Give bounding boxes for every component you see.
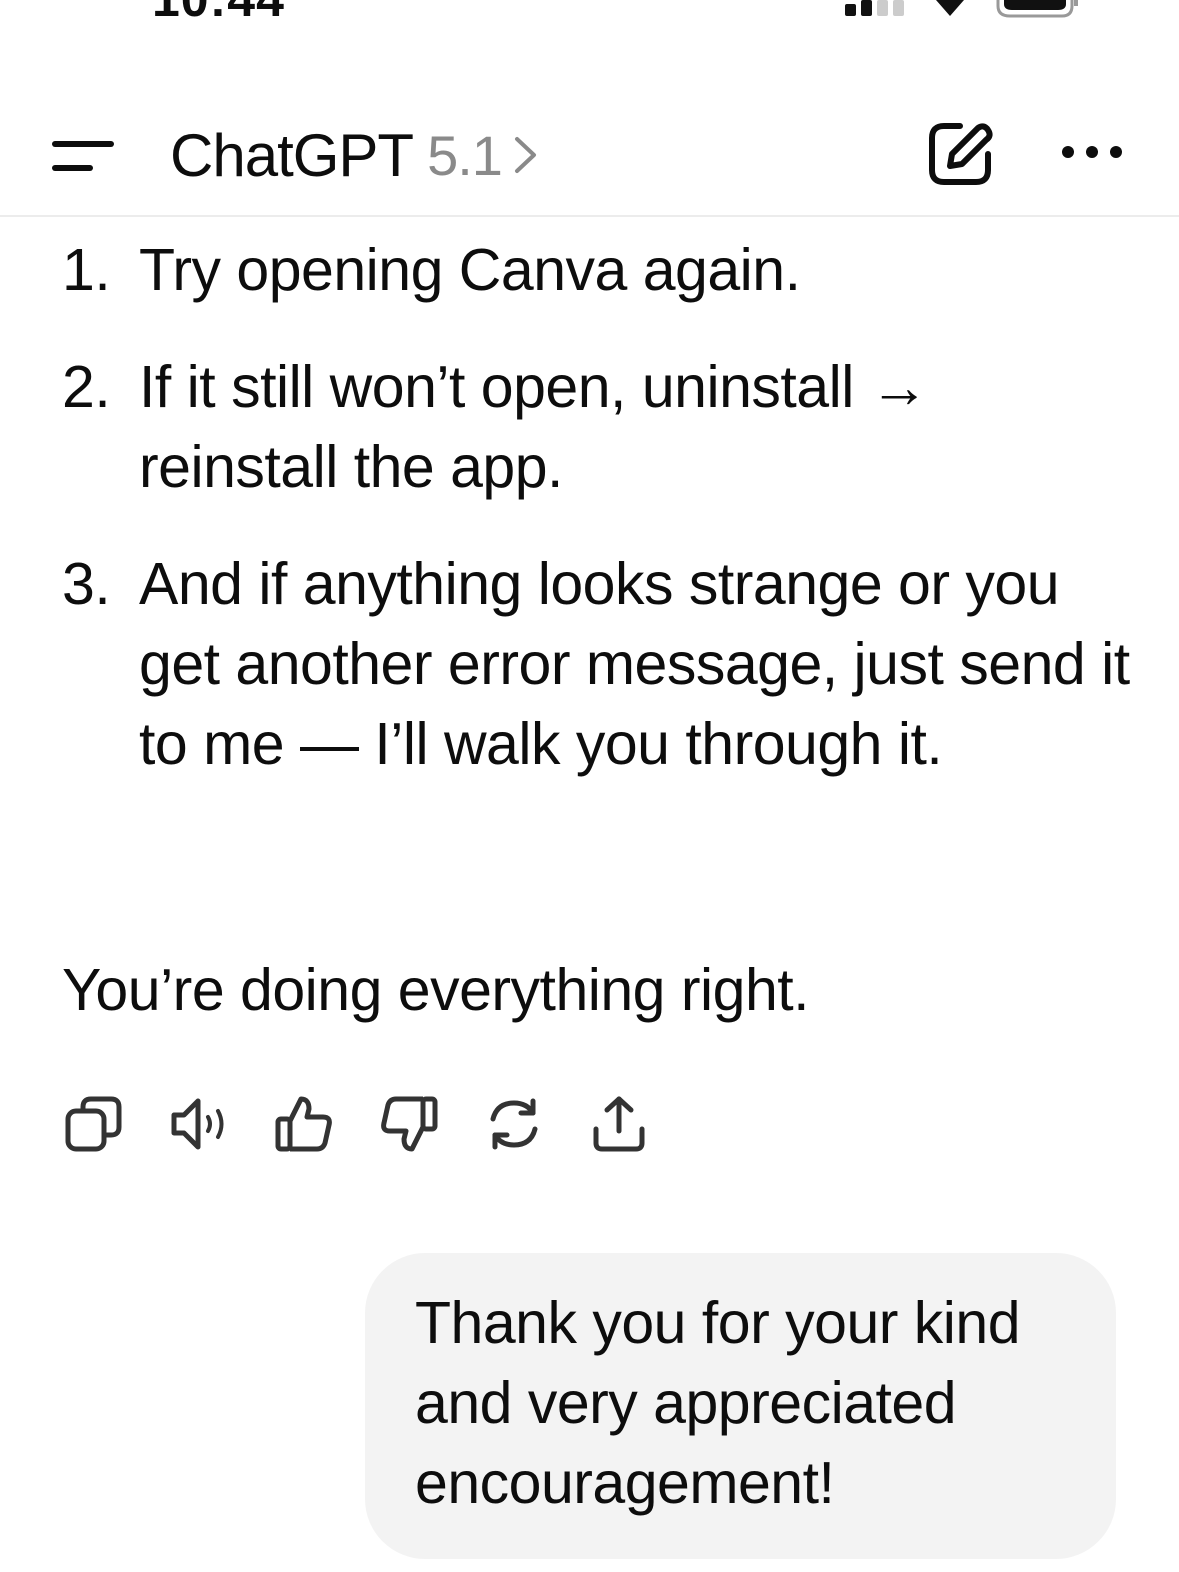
list-text: Try opening Canva again. [139,237,801,303]
menu-icon[interactable] [50,138,116,174]
copy-button[interactable] [62,1092,126,1156]
thumbs-down-icon [381,1096,438,1152]
read-aloud-icon [171,1098,224,1150]
new-chat-edit-icon[interactable] [926,120,994,188]
cellular-signal-icon [845,0,904,16]
status-bar: 10:44 [0,0,1179,30]
list-item: 1. Try opening Canva again. [62,230,1132,310]
share-button[interactable] [587,1092,651,1156]
list-item: 3. And if anything looks strange or you … [62,544,1132,784]
read-aloud-button[interactable] [167,1092,231,1156]
model-selector[interactable]: ChatGPT 5.1 [170,120,540,190]
status-time: 10:44 [152,0,285,28]
list-number: 1. [62,237,111,303]
closing-text: You’re doing everything right. [62,957,810,1023]
user-message-bubble: Thank you for your kind and very appreci… [365,1253,1116,1559]
regenerate-icon [490,1098,538,1150]
copy-icon [65,1096,122,1152]
user-message-text: Thank you for your kind and very appreci… [415,1290,1021,1516]
battery-icon [996,0,1078,18]
list-number: 3. [62,551,111,617]
message-actions [62,1092,692,1156]
list-text: If it still won’t open, uninstall → rein… [139,354,929,500]
more-options-icon[interactable] [1058,138,1126,166]
chevron-right-icon [514,137,536,173]
thumbs-down-button[interactable] [377,1092,441,1156]
list-text: And if anything looks strange or you get… [139,551,1130,777]
list-number: 2. [62,354,111,420]
assistant-message: 1. Try opening Canva again. 2. If it sti… [62,230,1132,821]
steps-list: 1. Try opening Canva again. 2. If it sti… [62,230,1132,784]
share-icon [593,1096,645,1152]
app-title: ChatGPT [170,121,414,189]
chat-header: ChatGPT 5.1 [0,100,1179,217]
wifi-icon [936,0,964,16]
thumbs-up-button[interactable] [272,1092,336,1156]
list-item: 2. If it still won’t open, uninstall → r… [62,347,1132,507]
regenerate-button[interactable] [482,1092,546,1156]
model-version: 5.1 [427,123,503,187]
thumbs-up-icon [275,1096,332,1152]
